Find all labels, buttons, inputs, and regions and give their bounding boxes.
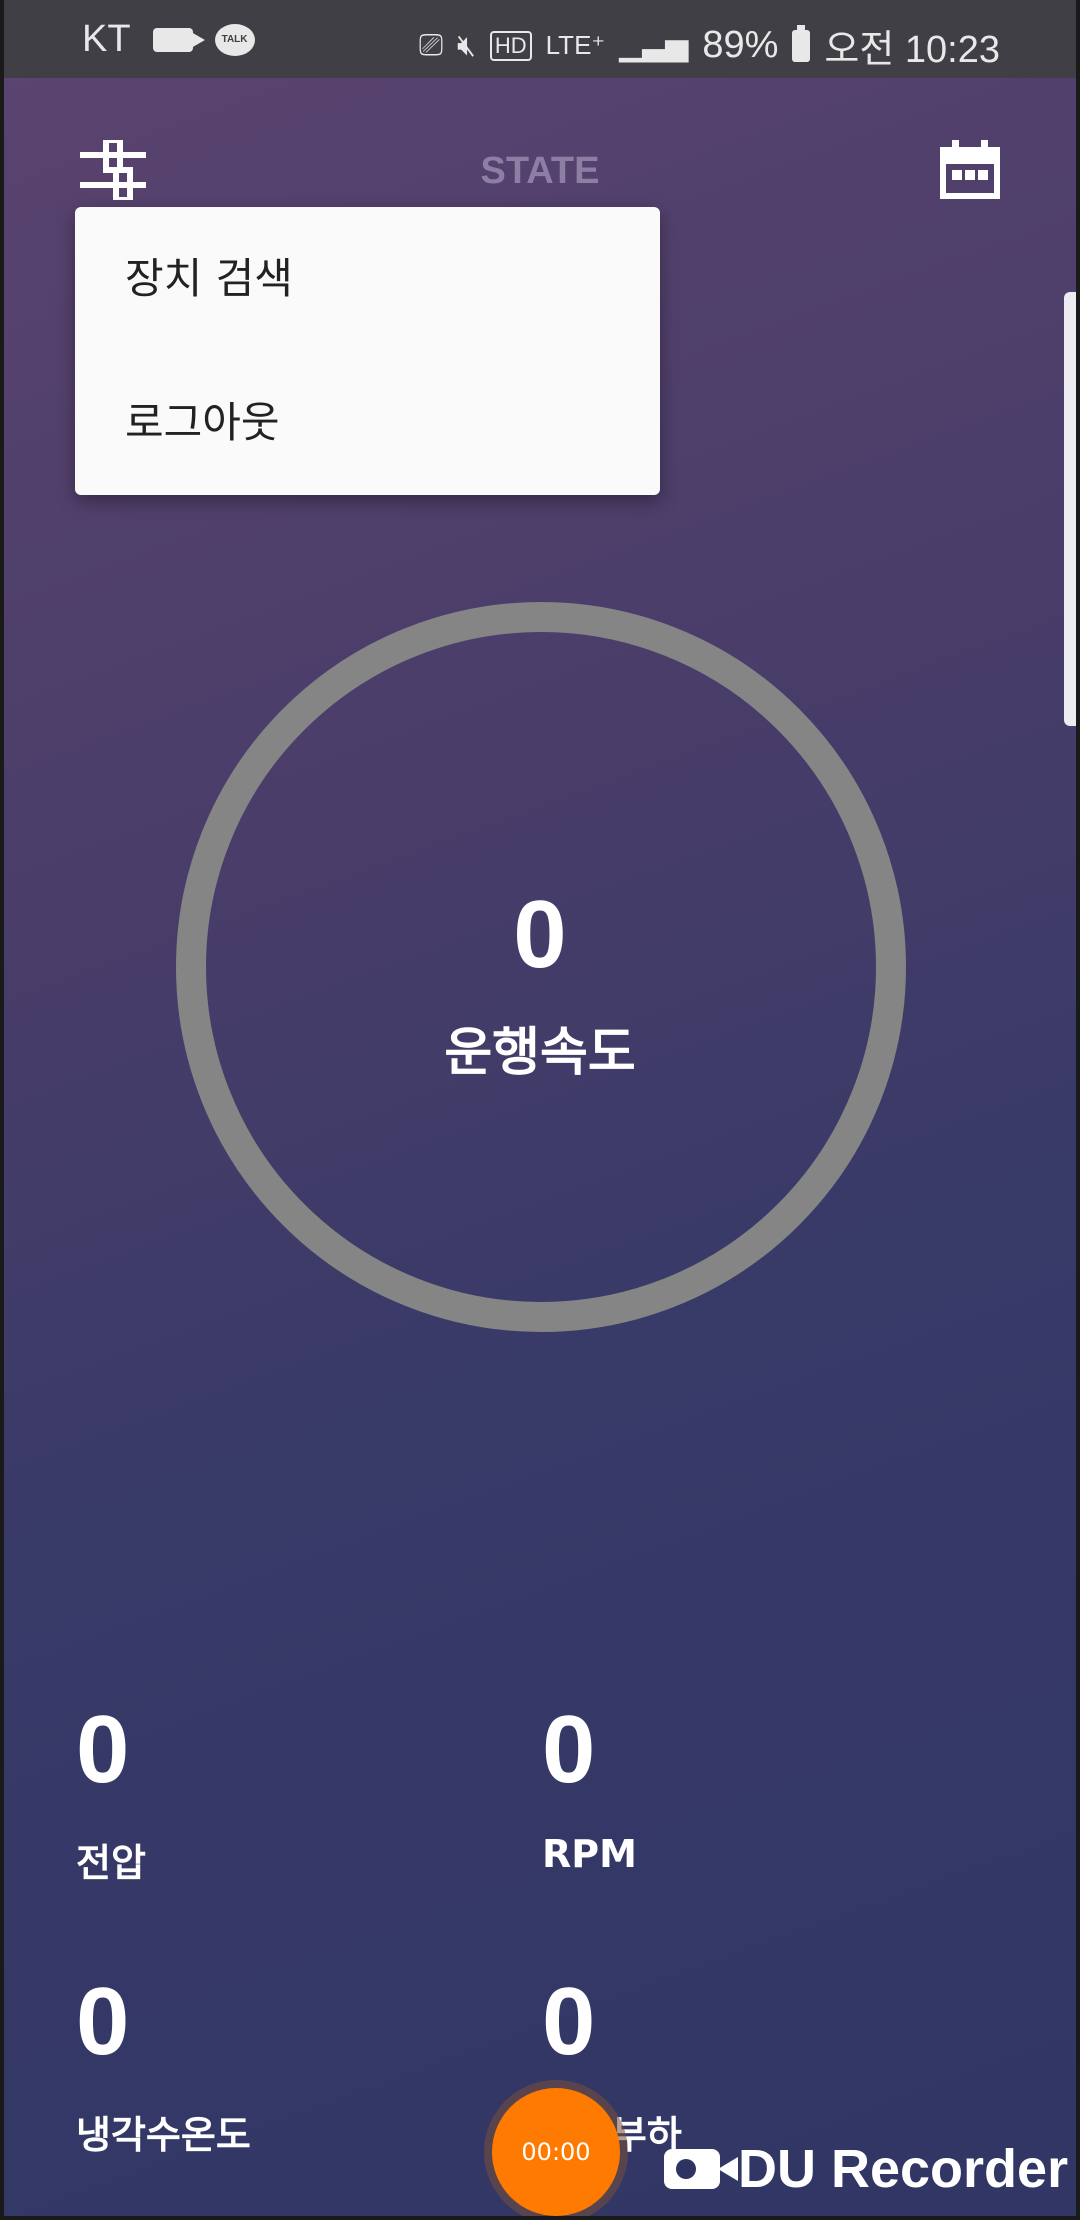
battery-percent: 89% [702,24,779,66]
cast-icon: ⎚ [418,28,443,62]
edge-panel-handle[interactable] [1064,292,1076,726]
recorder-bubble[interactable]: 00:00 [492,2088,620,2216]
stat-rpm: 0 RPM [542,1696,637,1877]
video-camera-icon [664,2149,738,2189]
menu-item-logout[interactable]: 로그아웃 [75,351,660,495]
stat-value: 0 [542,1968,596,2075]
stat-label: 냉각수온도 [76,2113,251,2157]
carrier-label: KT [82,18,131,60]
page-title: STATE [480,150,600,192]
stat-value: 0 [542,1696,596,1803]
stat-value: 0 [76,1968,130,2075]
calendar-icon [940,140,1000,199]
status-bar: KT TALK ⎚ 🔇︎ HD LTE⁺ ▁▃▅ 89% 오전 10:23 [4,0,1076,78]
calendar-button[interactable] [940,140,1006,206]
app-screen: KT TALK ⎚ 🔇︎ HD LTE⁺ ▁▃▅ 89% 오전 10:23 ST… [4,0,1076,2216]
network-type-label: LTE⁺ [545,30,606,60]
stat-voltage: 0 전압 [76,1702,146,1887]
clock: 오전 10:23 [824,29,1000,71]
video-call-icon [152,27,205,52]
menu-item-device-search[interactable]: 장치 검색 [75,207,660,351]
signal-icon: ▁▃▅ [619,29,689,62]
speed-label: 운행속도 [444,1023,636,1083]
stat-coolant-temp: 0 냉각수온도 [76,1974,251,2159]
hd-voice-icon: HD [489,30,532,61]
stat-value: 0 [76,1696,130,1803]
mute-icon: 🔇︎ [456,28,476,62]
kakaotalk-icon: TALK [214,23,255,56]
speed-value: 0 [513,881,567,988]
battery-icon [792,24,811,62]
recorder-watermark: DU Recorder [664,2138,1068,2200]
watermark-text: DU Recorder [738,2139,1069,2199]
stat-label: 전압 [76,1841,146,1885]
overflow-menu: 장치 검색 로그아웃 [75,207,660,495]
stat-label: RPM [542,1832,637,1876]
